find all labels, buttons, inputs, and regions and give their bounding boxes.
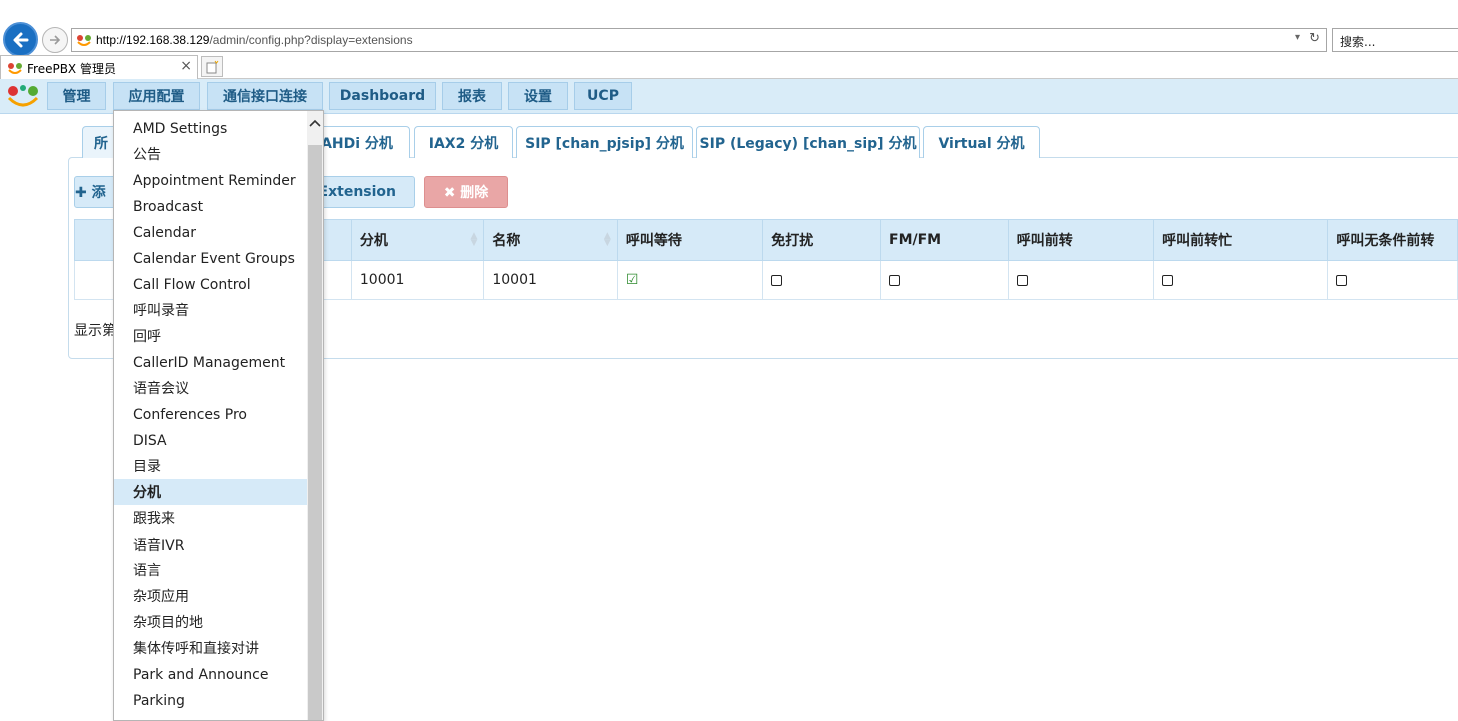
browser-toolbar: http://192.168.38.129/admin/config.php?d… <box>0 0 1458 57</box>
cfu-cell <box>1327 260 1458 300</box>
freepbx-logo-icon[interactable] <box>5 83 41 113</box>
tab-virtual[interactable]: Virtual 分机 <box>923 126 1040 158</box>
col-cf-busy[interactable]: 呼叫前转忙 <box>1153 219 1329 261</box>
menu-item-misc-destinations[interactable]: 杂项目的地 <box>114 609 308 635</box>
sort-icon[interactable]: ▲ ▼ <box>604 232 611 248</box>
menu-item-callback[interactable]: 回呼 <box>114 323 308 349</box>
search-placeholder: 搜索... <box>1340 35 1376 49</box>
tab-iax2[interactable]: IAX2 分机 <box>414 126 513 158</box>
add-button-label: ✚ 添 <box>75 185 106 201</box>
checkbox-icon[interactable] <box>1016 274 1028 286</box>
tab-sip-pjsip[interactable]: SIP [chan_pjsip] 分机 <box>516 126 693 158</box>
col-fmfm[interactable]: FM/FM <box>880 219 1009 261</box>
cfb-cell <box>1153 260 1329 300</box>
cf-cell <box>1007 260 1155 300</box>
menu-item-broadcast[interactable]: Broadcast <box>114 194 308 220</box>
nav-reports[interactable]: 报表 <box>442 82 502 110</box>
freepbx-navbar: 管理 应用配置 通信接口连接 Dashboard 报表 设置 UCP <box>0 79 1458 114</box>
search-input[interactable]: 搜索... <box>1332 28 1458 52</box>
menu-item-directory[interactable]: 目录 <box>114 453 308 479</box>
scrollbar-thumb[interactable] <box>308 145 322 720</box>
scroll-up-icon[interactable] <box>307 111 323 135</box>
menu-item-call-recording[interactable]: 呼叫录音 <box>114 297 308 323</box>
menu-item-park-and-announce[interactable]: Park and Announce <box>114 662 308 688</box>
menu-item-parking[interactable]: Parking <box>114 688 308 714</box>
menu-item-call-flow-control[interactable]: Call Flow Control <box>114 272 308 298</box>
arrow-left-icon <box>13 32 28 47</box>
menu-item-appointment-reminder[interactable]: Appointment Reminder <box>114 168 308 194</box>
col-call-forward[interactable]: 呼叫前转 <box>1007 219 1155 261</box>
menu-item-conferences-pro[interactable]: Conferences Pro <box>114 402 308 428</box>
col-cf-unconditional[interactable]: 呼叫无条件前转 <box>1327 219 1458 261</box>
checkbox-icon[interactable] <box>771 274 783 286</box>
name-cell: 10001 <box>483 260 618 300</box>
menu-item-calendar[interactable]: Calendar <box>114 220 308 246</box>
add-button-suffix: Extension <box>318 184 396 200</box>
fmfm-cell <box>880 260 1009 300</box>
col-call-waiting[interactable]: 呼叫等待 <box>616 219 764 261</box>
menu-item-misc-applications[interactable]: 杂项应用 <box>114 583 308 609</box>
freepbx-favicon-icon <box>7 61 23 79</box>
delete-button[interactable]: ✖ 删除 <box>424 176 508 208</box>
dnd-cell <box>762 260 881 300</box>
extension-cell: 10001 <box>350 260 485 300</box>
refresh-icon[interactable]: ↻ <box>1309 31 1320 46</box>
menu-item-extensions[interactable]: 分机 <box>114 479 308 505</box>
nav-admin[interactable]: 管理 <box>47 82 106 110</box>
checkbox-icon[interactable] <box>1162 274 1174 286</box>
menu-item-paging-intercom[interactable]: 集体传呼和直接对讲 <box>114 635 308 661</box>
arrow-right-icon <box>50 35 61 45</box>
menu-item-follow-me[interactable]: 跟我来 <box>114 505 308 531</box>
browser-tab-title: FreePBX 管理员 <box>27 62 116 76</box>
col-name[interactable]: 名称 ▲ ▼ <box>483 219 618 261</box>
browser-tab-strip: FreePBX 管理员 × <box>0 55 1458 79</box>
close-tab-icon[interactable]: × <box>180 58 192 74</box>
call-waiting-cell: ☑ <box>616 260 764 300</box>
new-tab-button[interactable] <box>201 56 223 77</box>
forward-button[interactable] <box>42 27 68 53</box>
nav-ucp[interactable]: UCP <box>574 82 632 110</box>
menu-scrollbar[interactable] <box>307 111 323 720</box>
col-dnd[interactable]: 免打扰 <box>762 219 881 261</box>
url-text: http://192.168.38.129/admin/config.php?d… <box>96 33 413 47</box>
menu-item-conferences[interactable]: 语音会议 <box>114 375 308 401</box>
nav-settings[interactable]: 设置 <box>508 82 568 110</box>
freepbx-favicon-icon <box>76 33 92 51</box>
nav-connectivity[interactable]: 通信接口连接 <box>207 82 323 110</box>
nav-applications[interactable]: 应用配置 <box>113 82 200 110</box>
address-bar[interactable]: http://192.168.38.129/admin/config.php?d… <box>71 28 1327 52</box>
url-dropdown-icon[interactable]: ▾ <box>1295 32 1300 43</box>
back-button[interactable] <box>3 22 38 57</box>
checkbox-icon[interactable] <box>889 274 900 286</box>
nav-dashboard[interactable]: Dashboard <box>329 82 436 110</box>
sort-icon[interactable]: ▲ ▼ <box>470 232 477 248</box>
menu-item-announcements[interactable]: 公告 <box>114 141 308 167</box>
menu-item-ivr[interactable]: 语音IVR <box>114 532 308 558</box>
browser-tab[interactable]: FreePBX 管理员 × <box>0 55 198 79</box>
checkbox-icon[interactable] <box>1336 274 1348 286</box>
pagination-info: 显示第 <box>74 323 116 339</box>
menu-item-disa[interactable]: DISA <box>114 428 308 454</box>
menu-item-languages[interactable]: 语言 <box>114 557 308 583</box>
new-tab-icon <box>206 60 219 73</box>
menu-item-calendar-event-groups[interactable]: Calendar Event Groups <box>114 246 308 272</box>
menu-item-callerid-management[interactable]: CallerID Management <box>114 350 308 376</box>
menu-item-amd-settings[interactable]: AMD Settings <box>114 116 308 142</box>
applications-dropdown-menu: AMD Settings 公告 Appointment Reminder Bro… <box>113 110 324 721</box>
tab-sip-legacy[interactable]: SIP (Legacy) [chan_sip] 分机 <box>696 126 920 158</box>
checked-checkbox-icon[interactable]: ☑ <box>626 272 639 288</box>
col-extension[interactable]: 分机 ▲ ▼ <box>350 219 485 261</box>
